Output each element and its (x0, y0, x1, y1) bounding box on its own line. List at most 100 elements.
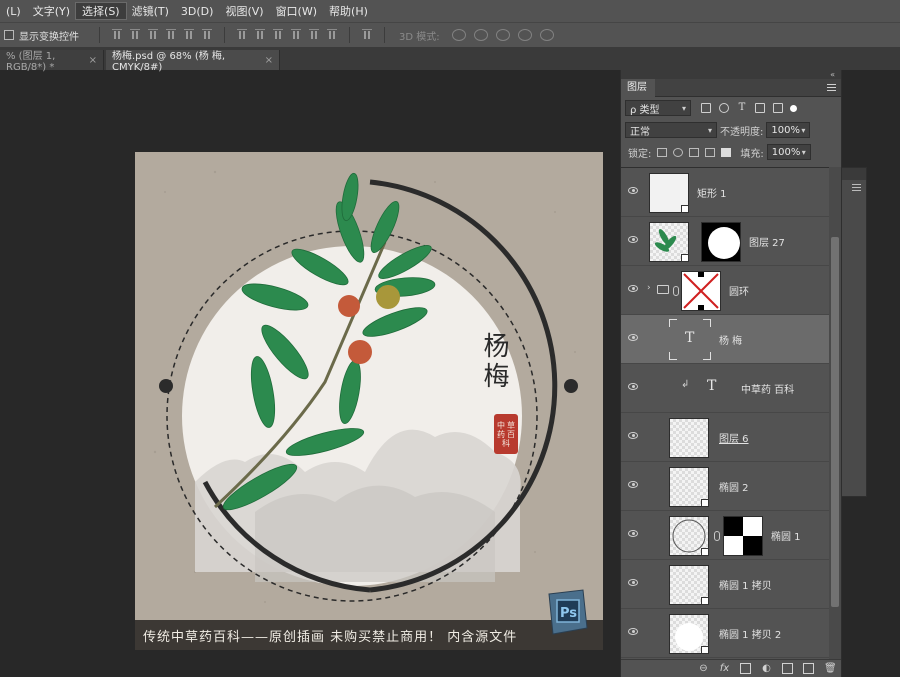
menu-select[interactable]: 选择(S) (75, 2, 127, 20)
layer-row[interactable]: 椭圆 2 (621, 462, 831, 511)
menu-layer[interactable]: (L) (0, 5, 27, 18)
filter-type-select[interactable]: ρ 类型 ▾ (625, 100, 691, 116)
layer-name[interactable]: 矩形 1 (697, 185, 727, 200)
fill-field[interactable]: 100% ▾ (766, 144, 811, 160)
align-horizontal-centers-icon[interactable] (184, 29, 194, 41)
link-icon[interactable] (714, 531, 720, 541)
fx-icon[interactable]: fx (719, 663, 730, 674)
menu-3d[interactable]: 3D(D) (175, 5, 220, 18)
layers-scrollbar[interactable] (829, 167, 841, 659)
panel-menu-icon[interactable] (827, 84, 836, 91)
eye-icon[interactable] (628, 530, 638, 537)
distribute-right-icon[interactable] (327, 29, 337, 41)
align-bottom-edges-icon[interactable] (148, 29, 158, 41)
add-mask-icon[interactable] (740, 663, 751, 674)
eye-icon[interactable] (628, 334, 638, 341)
menu-type[interactable]: 文字(Y) (27, 3, 76, 19)
menu-view[interactable]: 视图(V) (219, 3, 269, 19)
filter-toggle-icon[interactable] (790, 104, 797, 112)
layer-row[interactable]: 矩形 1 (621, 168, 831, 217)
layer-row[interactable]: 椭圆 1 拷贝 (621, 560, 831, 609)
filter-shape-icon[interactable] (755, 103, 765, 113)
align-right-edges-icon[interactable] (202, 29, 212, 41)
close-icon[interactable]: × (265, 55, 273, 66)
layer-name[interactable]: 椭圆 1 (771, 528, 801, 543)
layer-row[interactable]: ↲ T 中草药 百科 (621, 364, 831, 413)
adjustment-layer-icon[interactable]: ◐ (761, 663, 772, 674)
lock-transparent-icon[interactable] (657, 147, 668, 157)
ps-badge-icon: Ps (548, 589, 588, 635)
distribute-hcenter-icon[interactable] (309, 29, 319, 41)
layer-group-row[interactable]: › 圆环 (621, 266, 831, 315)
layer-name[interactable]: 图层 6 (719, 430, 749, 445)
tab-layers[interactable]: 图层 (621, 79, 655, 97)
eye-icon[interactable] (628, 579, 638, 586)
distribute-center-icon[interactable] (255, 29, 265, 41)
scrollbar-thumb[interactable] (831, 237, 839, 607)
layer-name[interactable]: 杨 梅 (719, 332, 742, 347)
filter-adjustment-icon[interactable] (719, 103, 729, 113)
layer-name[interactable]: 圆环 (729, 283, 749, 298)
layer-row[interactable]: 图层 27 (621, 217, 831, 266)
layer-list[interactable]: 矩形 1 图层 27 › 圆环 T 杨 梅 ↲ T 中草药 百科 图层 6 椭圆… (621, 167, 831, 659)
auto-align-icon[interactable] (362, 29, 372, 41)
eye-icon[interactable] (628, 285, 638, 292)
layer-row[interactable]: 椭圆 1 (621, 511, 831, 560)
tab-yangmei-doc[interactable]: 杨梅.psd @ 68% (杨 梅, CMYK/8#) × (106, 50, 280, 73)
link-icon[interactable] (673, 286, 679, 296)
slide-3d-icon[interactable] (517, 29, 532, 41)
blend-mode-select[interactable]: 正常 ▾ (625, 122, 717, 138)
eye-icon[interactable] (628, 236, 638, 243)
distribute-top-icon[interactable] (237, 29, 247, 41)
layer-row[interactable]: 椭圆 1 拷贝 2 (621, 609, 831, 658)
lock-move-icon[interactable] (689, 147, 700, 157)
layer-name[interactable]: 椭圆 1 拷贝 2 (719, 626, 781, 641)
menu-window[interactable]: 窗口(W) (270, 3, 323, 19)
filter-pixel-icon[interactable] (701, 103, 711, 113)
opacity-field[interactable]: 100% ▾ (766, 122, 811, 138)
tab-layer1-doc[interactable]: % (图层 1, RGB/8*) * × (0, 50, 104, 73)
panel-menu-icon[interactable] (852, 184, 861, 191)
eye-icon[interactable] (628, 628, 638, 635)
filter-type-icon[interactable]: T (737, 103, 747, 113)
layer-thumbnail (649, 222, 689, 262)
align-left-edges-icon[interactable] (166, 29, 176, 41)
show-transform-checkbox[interactable] (4, 30, 14, 40)
drag-3d-icon[interactable] (495, 29, 510, 41)
distribute-bottom-icon[interactable] (273, 29, 283, 41)
align-top-edges-icon[interactable] (112, 29, 122, 41)
layer-mask-thumbnail[interactable] (723, 516, 763, 556)
eye-icon[interactable] (628, 383, 638, 390)
layer-row-selected[interactable]: T 杨 梅 (621, 315, 831, 364)
link-layers-icon[interactable]: ⊖ (698, 663, 709, 674)
layer-name[interactable]: 图层 27 (749, 234, 785, 249)
menu-help[interactable]: 帮助(H) (323, 3, 374, 19)
layer-name[interactable]: 椭圆 2 (719, 479, 749, 494)
folder-icon (657, 285, 669, 294)
lock-artboard-icon[interactable] (705, 147, 716, 157)
group-mask-thumbnail[interactable] (681, 271, 721, 311)
filter-smart-object-icon[interactable] (773, 103, 783, 113)
new-group-icon[interactable] (782, 663, 793, 674)
panel-collapse-button[interactable]: « (621, 70, 841, 79)
layer-name[interactable]: 椭圆 1 拷贝 (719, 577, 772, 592)
lock-all-icon[interactable] (721, 147, 732, 157)
roll-3d-icon[interactable] (473, 29, 488, 41)
chevron-right-icon[interactable]: › (647, 283, 651, 293)
eye-icon[interactable] (628, 187, 638, 194)
layer-name[interactable]: 中草药 百科 (741, 381, 794, 396)
trash-icon[interactable]: 🗑 (824, 663, 837, 674)
align-vertical-centers-icon[interactable] (130, 29, 140, 41)
lock-paint-icon[interactable] (673, 147, 684, 157)
eye-icon[interactable] (628, 481, 638, 488)
scale-3d-icon[interactable] (539, 29, 554, 41)
distribute-left-icon[interactable] (291, 29, 301, 41)
layer-mask-thumbnail[interactable] (701, 222, 741, 262)
canvas-artwork[interactable]: 杨梅 中 草 药 百 科 传统中草药百科——原创插画 未购买禁止商用！ 内含源文… (135, 152, 603, 650)
new-layer-icon[interactable] (803, 663, 814, 674)
menu-filter[interactable]: 滤镜(T) (126, 3, 175, 19)
orbit-3d-icon[interactable] (451, 29, 466, 41)
eye-icon[interactable] (628, 432, 638, 439)
layer-row[interactable]: 图层 6 (621, 413, 831, 462)
close-icon[interactable]: × (89, 55, 97, 66)
